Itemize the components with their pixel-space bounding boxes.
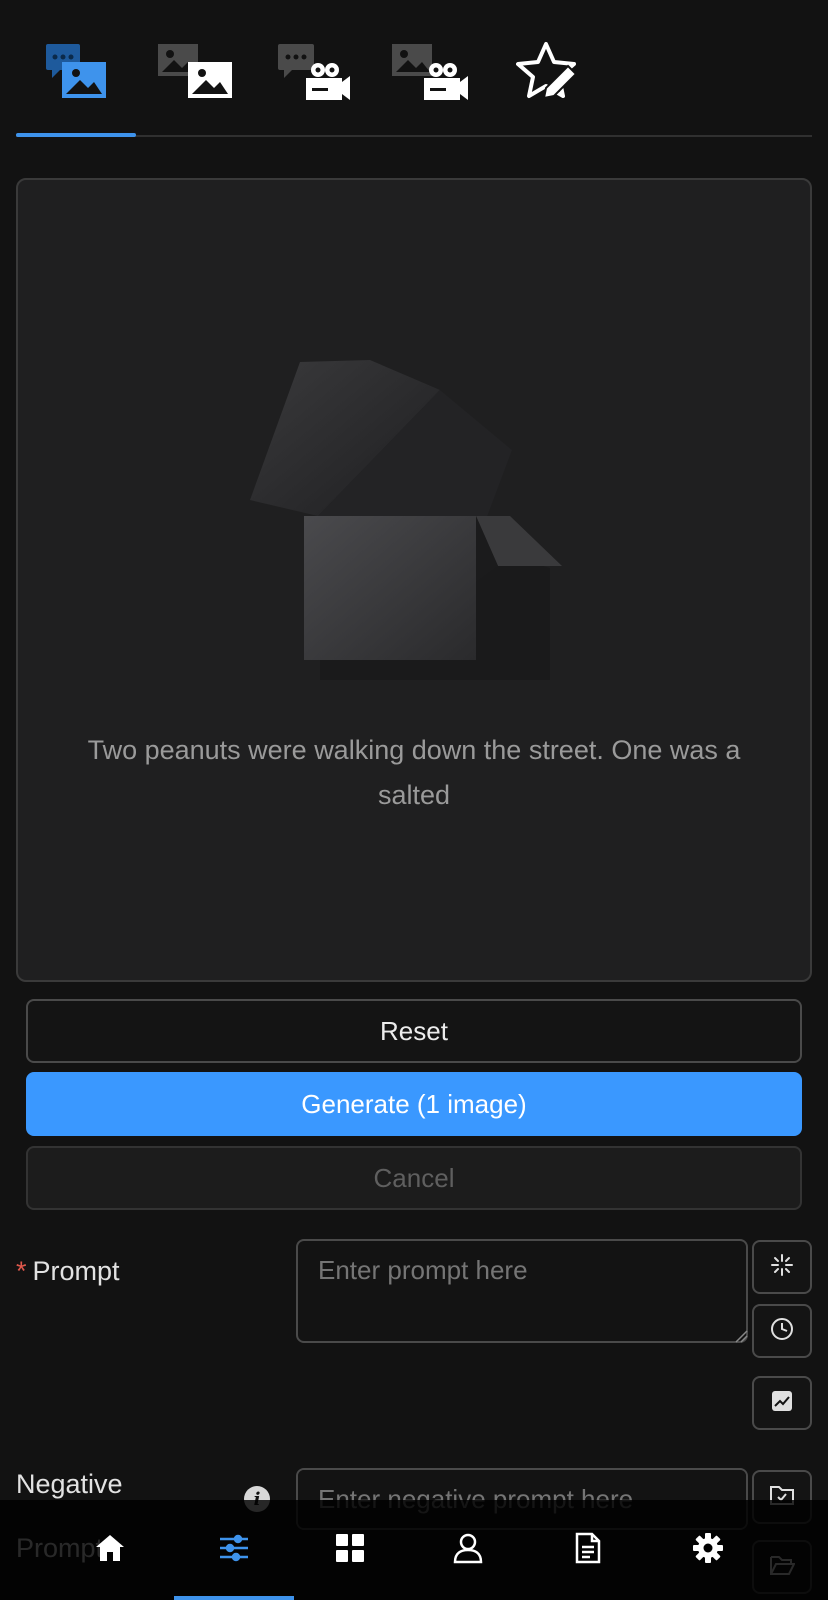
grid-icon xyxy=(335,1533,365,1568)
home-icon xyxy=(94,1533,126,1568)
nav-account[interactable] xyxy=(408,1500,528,1600)
prompt-input[interactable] xyxy=(296,1239,748,1343)
sliders-icon xyxy=(218,1533,250,1568)
nav-docs[interactable] xyxy=(528,1500,648,1600)
chart-icon xyxy=(770,1389,794,1418)
tab-favorites[interactable] xyxy=(516,40,616,110)
generate-button[interactable]: Generate (1 image) xyxy=(26,1072,802,1136)
nav-home[interactable] xyxy=(50,1500,170,1600)
required-mark: * xyxy=(16,1256,27,1286)
image-video-icon xyxy=(390,40,490,100)
sparkle-icon xyxy=(769,1252,795,1283)
nav-settings-sliders[interactable] xyxy=(174,1500,294,1600)
tab-text-to-video[interactable] xyxy=(276,40,376,110)
app-page: Two peanuts were walking down the street… xyxy=(0,0,828,1600)
magic-prompt-button[interactable] xyxy=(752,1240,812,1294)
prompt-history-button[interactable] xyxy=(752,1304,812,1358)
result-panel: Two peanuts were walking down the street… xyxy=(16,178,812,982)
prompt-analytics-button[interactable] xyxy=(752,1376,812,1430)
empty-message: Two peanuts were walking down the street… xyxy=(87,735,741,810)
user-icon xyxy=(453,1532,483,1569)
chat-video-icon xyxy=(276,40,376,100)
active-nav-indicator xyxy=(174,1596,294,1600)
tab-image-to-video[interactable] xyxy=(390,40,490,110)
clock-icon xyxy=(769,1316,795,1347)
empty-box-icon xyxy=(250,360,590,700)
cancel-button[interactable]: Cancel xyxy=(26,1146,802,1210)
chat-image-icon xyxy=(44,40,144,100)
nav-settings[interactable] xyxy=(648,1500,768,1600)
image-to-image-icon xyxy=(156,40,256,100)
bottom-nav xyxy=(0,1500,828,1600)
tab-text-to-image[interactable] xyxy=(44,40,144,110)
active-tab-indicator xyxy=(16,133,136,137)
prompt-resize-handle[interactable] xyxy=(734,1329,748,1343)
mode-tabs xyxy=(16,0,812,137)
star-edit-icon xyxy=(516,40,616,104)
document-icon xyxy=(574,1532,602,1569)
tab-image-to-image[interactable] xyxy=(156,40,256,110)
prompt-label: * Prompt xyxy=(16,1256,120,1287)
reset-button[interactable]: Reset xyxy=(26,999,802,1063)
gear-icon xyxy=(692,1532,724,1569)
nav-gallery[interactable] xyxy=(290,1500,410,1600)
prompt-label-text: Prompt xyxy=(32,1256,120,1286)
